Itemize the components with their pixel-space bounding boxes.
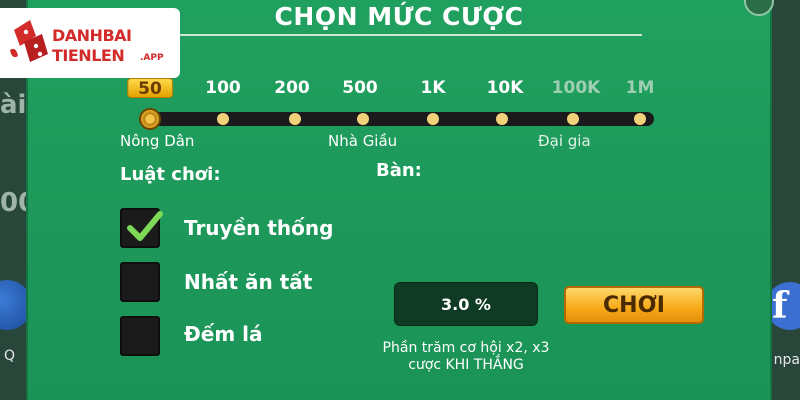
bet-level-1m: 1M (625, 78, 655, 98)
background-text: ài (0, 90, 27, 120)
slider-stop[interactable] (217, 113, 229, 125)
tier-label: Nông Dân (120, 132, 195, 150)
tier-label: Đại gia (538, 132, 591, 150)
dice-logo-icon (10, 20, 48, 62)
slider-stop[interactable] (289, 113, 301, 125)
slider-stop[interactable] (357, 113, 369, 125)
option-winner-takes-all-label: Nhất ăn tất (184, 270, 313, 294)
tier-label: Nhà Giầu (328, 132, 398, 150)
table-label: Bàn: (376, 160, 422, 181)
option-count-cards-label: Đếm lá (184, 322, 263, 346)
slider-stop[interactable] (567, 113, 579, 125)
logo-text: DANHBAI (52, 26, 132, 45)
check-icon (127, 211, 163, 241)
bet-level-500[interactable]: 500 (342, 78, 378, 98)
bet-slider-knob[interactable] (139, 108, 161, 130)
slider-stop[interactable] (496, 113, 508, 125)
facebook-letter: f (772, 285, 788, 327)
percent-caption-line: Phần trăm cơ hội x2, x3 (382, 340, 550, 356)
play-button[interactable]: CHƠI (564, 286, 704, 324)
bet-level-10k[interactable]: 10K (487, 78, 524, 98)
logo-suffix: .APP (140, 53, 164, 63)
logo-text: TIENLEN (52, 46, 125, 65)
percent-display: 3.0 % (394, 282, 538, 326)
side-label: Q (4, 348, 16, 364)
bet-level-100k: 100K (551, 78, 601, 98)
title-divider (166, 34, 642, 36)
option-traditional-label: Truyền thống (184, 216, 334, 240)
bet-level-100[interactable]: 100 (205, 78, 241, 98)
percent-value: 3.0 % (441, 294, 491, 314)
option-winner-takes-all-checkbox[interactable] (120, 262, 160, 302)
side-label: npa (773, 352, 800, 368)
bet-level-200[interactable]: 200 (274, 78, 310, 98)
site-logo: DANHBAI TIENLEN .APP (0, 8, 180, 78)
percent-caption: Phần trăm cơ hội x2, x3 cược KHI THẮNG (368, 340, 564, 374)
percent-caption-line: cược KHI THẮNG (408, 357, 524, 373)
slider-stop[interactable] (427, 113, 439, 125)
bet-level-50[interactable]: 50 (127, 78, 173, 99)
bet-level-1k[interactable]: 1K (420, 78, 445, 98)
slider-stop[interactable] (634, 113, 646, 125)
rules-label: Luật chơi: (120, 164, 221, 185)
option-count-cards-checkbox[interactable] (120, 316, 160, 356)
option-traditional-checkbox[interactable] (120, 208, 163, 248)
play-button-label: CHƠI (603, 292, 665, 318)
